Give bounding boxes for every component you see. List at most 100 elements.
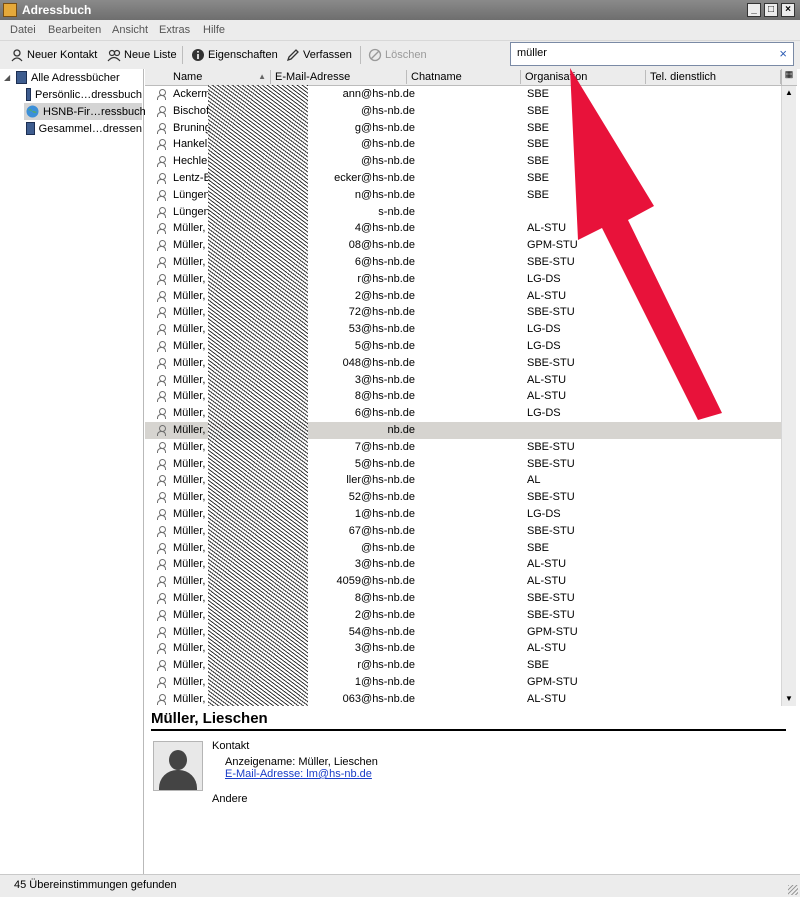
redacted-region [208,85,308,706]
new-contact-button[interactable]: Neuer Kontakt [10,47,97,63]
cell-organisation: GPM-STU [527,676,578,688]
contact-icon [157,509,166,520]
tree-item-collected-book[interactable]: Gesammel…dressen [26,120,142,137]
cell-email: 4059@hs-nb.de [336,575,415,588]
contact-icon [157,525,166,537]
menu-extras[interactable]: Extras [159,24,190,36]
compose-label: Verfassen [303,49,352,61]
column-email[interactable]: E-Mail-Adresse [271,70,407,84]
cell-email: g@hs-nb.de [354,121,415,134]
cell-email: 3@hs-nb.de [354,642,415,655]
cell-organisation: AL-STU [527,692,567,705]
email-link[interactable]: E-Mail-Adresse: lm@hs-nb.de [225,768,372,780]
cell-email: ller@hs-nb.de [346,474,415,487]
cell-email: 6@hs-nb.de [354,407,415,420]
contact-icon [157,593,166,604]
column-picker-icon[interactable]: ▦ [781,69,796,85]
contact-icon [157,189,166,201]
contact-icon [157,441,166,453]
contact-icon [157,609,166,621]
cell-email: 4@hs-nb.de [354,222,415,235]
contact-icon [157,341,166,352]
contact-icon [157,307,166,319]
contact-icon [157,139,166,151]
tree-item-label: Gesammel…dressen [38,122,142,135]
minimize-button[interactable]: _ [747,3,761,17]
cell-organisation: AL-STU [527,390,567,403]
contact-icon [157,576,166,588]
contact-detail-pane: Müller, Lieschen Kontakt Anzeigename: Mü… [145,708,800,874]
cell-email: 52@hs-nb.de [348,491,415,504]
cell-organisation: LG-DS [527,272,561,285]
maximize-button[interactable]: □ [764,3,778,17]
menu-datei[interactable]: Datei [10,24,36,36]
address-book-icon [26,122,35,135]
delete-label: Löschen [385,49,427,61]
cell-email: 1@hs-nb.de [354,676,415,688]
cell-organisation: LG-DS [527,323,561,336]
window-title: Adressbuch [22,3,92,17]
cell-email: @hs-nb.de [361,104,415,117]
contact-icon [157,156,166,168]
tree-item-personal-book[interactable]: Persönlic…dressbuch [26,86,142,103]
contact-icon [157,492,166,504]
cell-email: 67@hs-nb.de [348,524,415,537]
tree-item-all-books[interactable]: Alle Adressbücher [16,69,142,86]
contact-list-scrollbar[interactable]: ▲ ▼ [781,86,796,706]
column-phone[interactable]: Tel. dienstlich [646,70,781,84]
address-book-tree: ◢ Alle Adressbücher Persönlic…dressbuch … [0,69,146,874]
close-button[interactable]: × [781,3,795,17]
column-header: Name ▲ E-Mail-Adresse Chatname Organisat… [145,69,797,86]
column-organisation[interactable]: Organisation [521,70,646,84]
title-bar: Adressbuch _ □ × [0,0,800,20]
contact-detail-name: Müller, Lieschen [151,710,268,727]
delete-button[interactable]: Löschen [368,47,427,63]
resize-grip[interactable] [788,885,798,895]
new-list-icon [107,48,121,62]
cell-organisation: SBE-STU [527,524,575,537]
column-chatname[interactable]: Chatname [407,70,521,84]
contact-icon [157,89,166,100]
contact-icon [157,626,166,638]
pencil-icon [286,48,300,62]
cell-organisation: AL-STU [527,289,567,302]
contact-icon [157,374,166,386]
cell-organisation: SBE-STU [527,306,575,319]
properties-button[interactable]: Eigenschaften [191,47,278,63]
scroll-down-icon[interactable]: ▼ [783,693,795,705]
contact-icon [157,458,166,470]
search-input[interactable] [517,47,767,59]
cell-email: ecker@hs-nb.de [334,172,415,184]
compose-button[interactable]: Verfassen [286,47,352,63]
menu-ansicht[interactable]: Ansicht [112,24,148,36]
tree-expand-icon[interactable]: ◢ [4,73,10,82]
cell-organisation: LG-DS [527,407,561,420]
cell-organisation: AL-STU [527,642,567,655]
cell-organisation: GPM-STU [527,239,578,252]
scroll-up-icon[interactable]: ▲ [783,87,795,99]
contact-icon [157,542,166,554]
cell-organisation: SBE [527,88,550,100]
cell-email: 063@hs-nb.de [342,692,415,705]
cell-email: 08@hs-nb.de [348,239,415,252]
tree-item-hsnb-book[interactable]: HSNB-Fir…ressbuch [24,103,146,120]
contact-icon [157,240,166,252]
menu-bearbeiten[interactable]: Bearbeiten [48,24,101,36]
cell-organisation: AL-STU [527,222,567,235]
globe-icon [26,105,39,118]
contact-icon [157,559,166,571]
clear-search-icon[interactable]: × [779,46,787,61]
cell-organisation: SBE [527,138,550,151]
cell-email: @hs-nb.de [361,138,415,151]
search-box[interactable]: × [510,42,794,66]
cell-organisation: SBE [527,541,550,554]
menu-hilfe[interactable]: Hilfe [203,24,225,36]
menu-bar: Datei Bearbeiten Ansicht Extras Hilfe [0,20,800,41]
cell-organisation: SBE-STU [527,356,575,369]
cell-organisation: AL [527,474,541,487]
cell-email: ann@hs-nb.de [342,88,415,100]
cell-email: s-nb.de [378,205,415,218]
new-list-button[interactable]: Neue Liste [107,47,177,63]
column-name[interactable]: Name ▲ [145,70,271,84]
cell-email: r@hs-nb.de [357,659,415,672]
